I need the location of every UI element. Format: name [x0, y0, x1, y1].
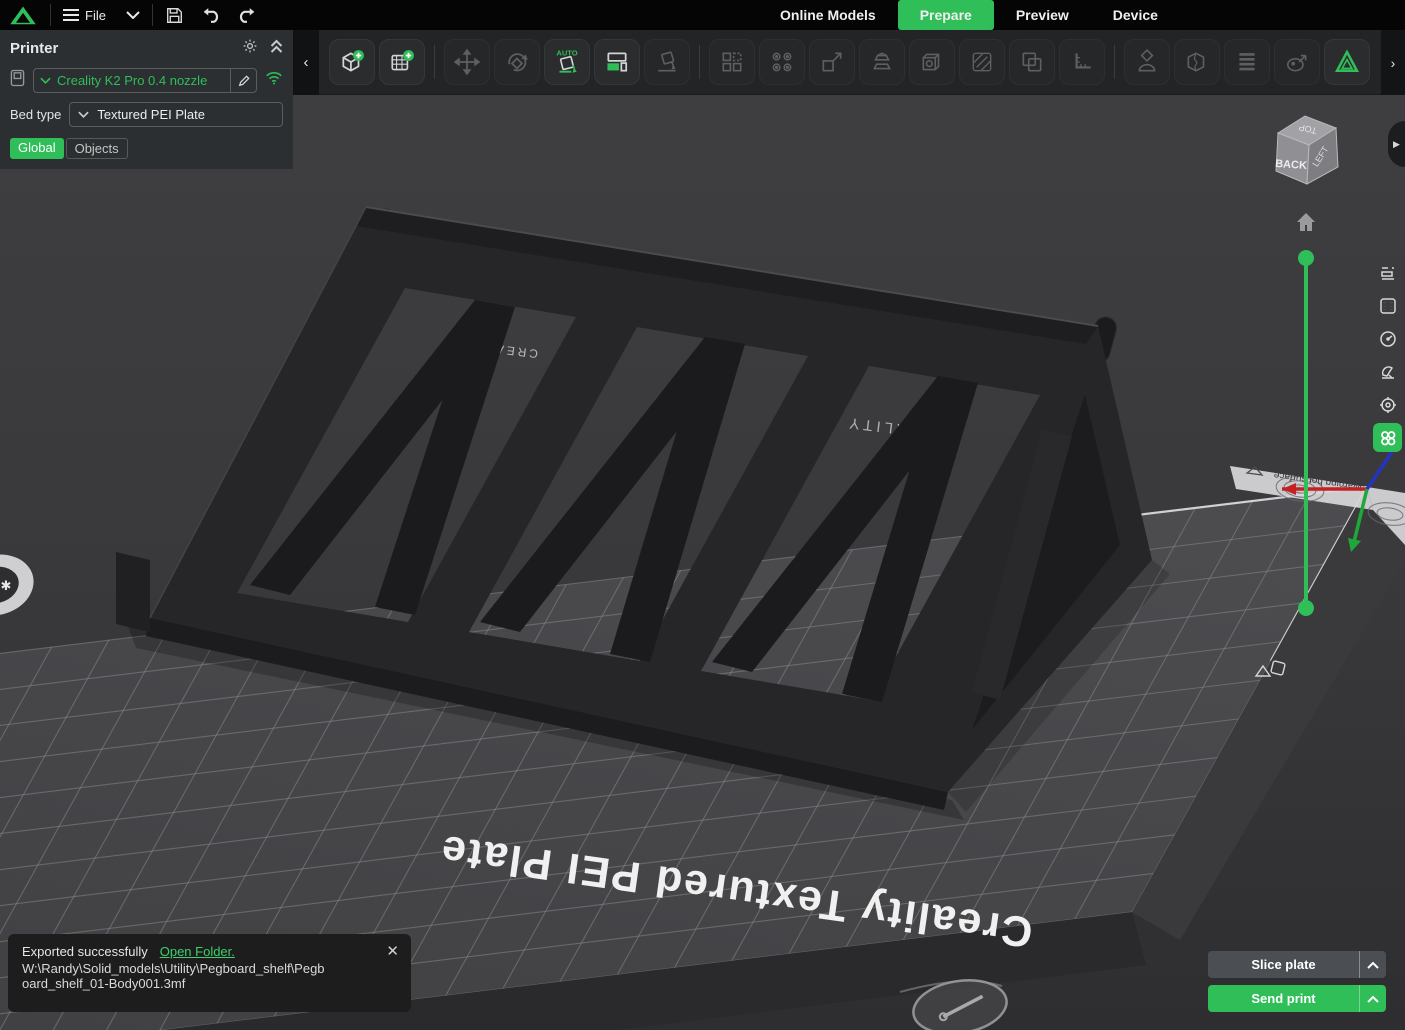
wifi-icon[interactable]	[265, 71, 283, 90]
file-menu-label: File	[85, 7, 106, 23]
object-sort-icon[interactable]	[1373, 258, 1402, 287]
chevron-down-icon	[40, 77, 51, 84]
svg-text:✱: ✱	[1, 578, 12, 593]
printer-name: Creality K2 Pro 0.4 nozzle	[57, 73, 208, 88]
add-plate-button[interactable]	[379, 39, 425, 85]
open-folder-link[interactable]: Open Folder.	[160, 944, 235, 959]
letters-button[interactable]	[1224, 39, 1270, 85]
svg-text:AUTO: AUTO	[556, 49, 577, 58]
printer-panel-title: Printer	[10, 40, 59, 57]
boolean-button[interactable]	[1009, 39, 1055, 85]
slice-dropdown-chevron-icon[interactable]	[1359, 951, 1386, 978]
toolbar-collapse-button[interactable]: ‹	[293, 29, 319, 95]
printer-icon	[10, 69, 25, 92]
divider	[151, 4, 153, 26]
printer-settings-gear-icon[interactable]	[242, 38, 258, 59]
cut-button[interactable]	[1174, 39, 1220, 85]
send-print-label: Send print	[1251, 991, 1316, 1006]
edit-printer-pencil-icon[interactable]	[230, 69, 250, 92]
gauge-icon[interactable]	[1373, 324, 1402, 353]
clover-plugin-icon[interactable]	[1373, 423, 1402, 452]
lamp-icon[interactable]	[1373, 357, 1402, 386]
export-path-line2: oard_shelf_01-Body001.3mf	[22, 976, 186, 991]
tab-online-models[interactable]: Online Models	[758, 0, 898, 30]
tab-device[interactable]: Device	[1091, 0, 1180, 30]
toolbar-expand-button[interactable]: ›	[1381, 30, 1405, 95]
measure-button[interactable]	[1059, 39, 1105, 85]
file-menu[interactable]: File	[55, 8, 148, 23]
right-panel-expand-button[interactable]: ▶	[1388, 121, 1405, 167]
send-print-button[interactable]: Send print	[1208, 985, 1386, 1012]
add-model-button[interactable]	[329, 39, 375, 85]
notification-title: Exported successfully	[22, 944, 148, 959]
printer-select[interactable]: Creality K2 Pro 0.4 nozzle	[33, 68, 257, 93]
divider	[1114, 45, 1115, 79]
main-tabs: Online Models Prepare Preview Device	[758, 0, 1180, 30]
send-dropdown-chevron-icon[interactable]	[1359, 985, 1386, 1012]
creality-assistant-button[interactable]	[1324, 39, 1370, 85]
printer-panel: Printer Creality K2 Pro 0.4 nozzle Bed t…	[0, 30, 293, 169]
z-slider-handle-top[interactable]	[1298, 250, 1314, 266]
tab-prepare[interactable]: Prepare	[897, 0, 994, 30]
auto-orient-button[interactable]: AUTO	[544, 39, 590, 85]
view-cube-front-label: BACK	[1275, 158, 1308, 172]
redo-button[interactable]	[234, 2, 260, 28]
slice-plate-button[interactable]: Slice plate	[1208, 951, 1386, 978]
tab-preview[interactable]: Preview	[994, 0, 1091, 30]
top-bar: File Online Models Prepare Preview Devic…	[0, 0, 1405, 30]
rotate-button[interactable]	[494, 39, 540, 85]
home-view-button[interactable]	[1292, 208, 1320, 236]
fuzzy-skin-button[interactable]	[959, 39, 1005, 85]
tab-global[interactable]: Global	[10, 138, 64, 159]
chevron-down-icon	[126, 11, 140, 19]
support-button[interactable]	[859, 39, 905, 85]
slice-plate-label: Slice plate	[1251, 957, 1316, 972]
right-rail	[1373, 258, 1403, 452]
z-slider-track[interactable]	[1304, 257, 1308, 609]
toolbar: ‹ AUTO ›	[293, 29, 1405, 95]
arrange-button[interactable]	[594, 39, 640, 85]
action-buttons: Slice plate Send print	[1208, 951, 1386, 1019]
split-to-objects-button[interactable]	[709, 39, 755, 85]
divider	[699, 45, 700, 79]
move-button[interactable]	[444, 39, 490, 85]
scope-tabs: Global Objects	[10, 138, 283, 159]
close-icon[interactable]: ✕	[386, 942, 399, 960]
export-path-line1: W:\Randy\Solid_models\Utility\Pegboard_s…	[22, 961, 325, 976]
panel-collapse-icon[interactable]	[270, 39, 283, 58]
plate-frame-icon[interactable]	[1373, 291, 1402, 320]
seam-painting-button[interactable]	[1124, 39, 1170, 85]
save-button[interactable]	[162, 2, 188, 28]
gear-target-icon[interactable]	[1373, 390, 1402, 419]
color-painting-button[interactable]	[1274, 39, 1320, 85]
view-cube[interactable]: BACK LEFT TOP	[1262, 110, 1346, 201]
z-slider[interactable]	[1292, 249, 1320, 621]
undo-button[interactable]	[198, 2, 224, 28]
export-notification: Exported successfully Open Folder. W:\Ra…	[8, 934, 411, 1012]
bed-type-value: Textured PEI Plate	[97, 107, 205, 122]
primitive-button[interactable]	[909, 39, 955, 85]
tab-objects[interactable]: Objects	[65, 138, 128, 159]
scale-button[interactable]	[809, 39, 855, 85]
divider	[50, 4, 51, 26]
divider	[434, 45, 435, 79]
hamburger-icon	[63, 9, 79, 21]
bed-type-label: Bed type	[10, 107, 62, 122]
split-to-parts-button[interactable]	[759, 39, 805, 85]
bed-type-select[interactable]: Textured PEI Plate	[69, 102, 283, 127]
z-slider-handle-bottom[interactable]	[1298, 600, 1314, 616]
chevron-down-icon	[78, 111, 89, 118]
creality-logo-icon[interactable]	[0, 0, 46, 30]
lay-on-face-button[interactable]	[644, 39, 690, 85]
